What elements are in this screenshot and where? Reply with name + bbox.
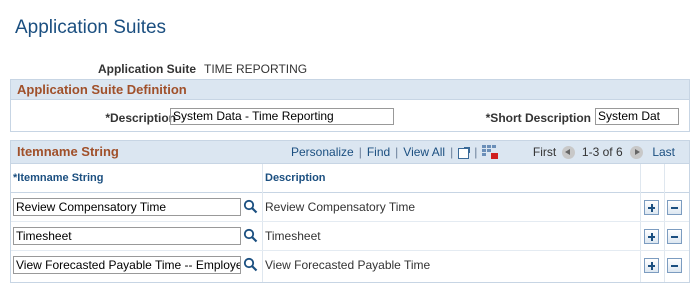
last-link[interactable]: Last	[652, 145, 675, 159]
delete-row-button[interactable]	[667, 229, 682, 244]
delete-row-button[interactable]	[667, 200, 682, 215]
short-description-label: *Short Description	[485, 111, 591, 125]
itemname-grid: Itemname String Personalize | Find | View Al…	[10, 140, 690, 283]
suite-value: TIME REPORTING	[204, 62, 308, 76]
separator: |	[358, 145, 362, 159]
itemname-input[interactable]: View Forecasted Payable Time -- Employee	[13, 256, 241, 274]
personalize-link[interactable]: Personalize	[291, 145, 354, 159]
row-description: View Forecasted Payable Time	[265, 258, 431, 272]
page-title: Application Suites	[15, 17, 167, 38]
zoom-icon[interactable]	[458, 147, 471, 159]
column-header-description[interactable]: Description	[265, 172, 326, 184]
separator: |	[450, 145, 454, 159]
row-count: 1-3 of 6	[581, 145, 623, 159]
search-icon[interactable]	[243, 257, 258, 272]
description-label: *Description	[105, 111, 176, 125]
arrow-left-icon[interactable]	[561, 146, 575, 159]
grid-header: Itemname String Personalize | Find | View Al…	[11, 141, 689, 164]
suite-definition-group: Application Suite Definition *Descriptio…	[10, 79, 690, 132]
table-row: Review Compensatory Time Review Compensa…	[11, 193, 689, 222]
column-header-itemname[interactable]: *Itemname String	[13, 172, 103, 184]
view-all-link[interactable]: View All	[403, 145, 445, 159]
add-row-button[interactable]	[644, 258, 659, 273]
suite-label: Application Suite	[97, 62, 196, 76]
first-link[interactable]: First	[533, 145, 556, 159]
row-description: Timesheet	[265, 229, 321, 243]
search-icon[interactable]	[243, 199, 258, 214]
search-icon[interactable]	[243, 228, 258, 243]
delete-row-button[interactable]	[667, 258, 682, 273]
row-description: Review Compensatory Time	[265, 200, 416, 214]
short-description-field[interactable]: System Dat	[595, 108, 679, 125]
arrow-right-icon[interactable]	[629, 146, 643, 159]
grid-toolbar: Personalize | Find | View All | |	[291, 145, 499, 159]
itemname-input[interactable]: Timesheet	[13, 227, 241, 245]
separator: |	[395, 145, 399, 159]
add-row-button[interactable]	[644, 229, 659, 244]
find-link[interactable]: Find	[367, 145, 390, 159]
download-icon[interactable]	[482, 145, 499, 159]
itemname-input[interactable]: Review Compensatory Time	[13, 198, 241, 216]
description-field[interactable]: System Data - Time Reporting	[170, 108, 394, 125]
separator: |	[474, 145, 478, 159]
table-row: Timesheet Timesheet	[11, 222, 689, 251]
grid-pager: First 1-3 of 6 Last	[533, 145, 675, 159]
grid-column-headers: *Itemname String Description	[11, 164, 689, 193]
add-row-button[interactable]	[644, 200, 659, 215]
suite-definition-title: Application Suite Definition	[11, 80, 689, 100]
grid-title: Itemname String	[17, 144, 119, 159]
table-row: View Forecasted Payable Time -- Employee…	[11, 251, 689, 279]
